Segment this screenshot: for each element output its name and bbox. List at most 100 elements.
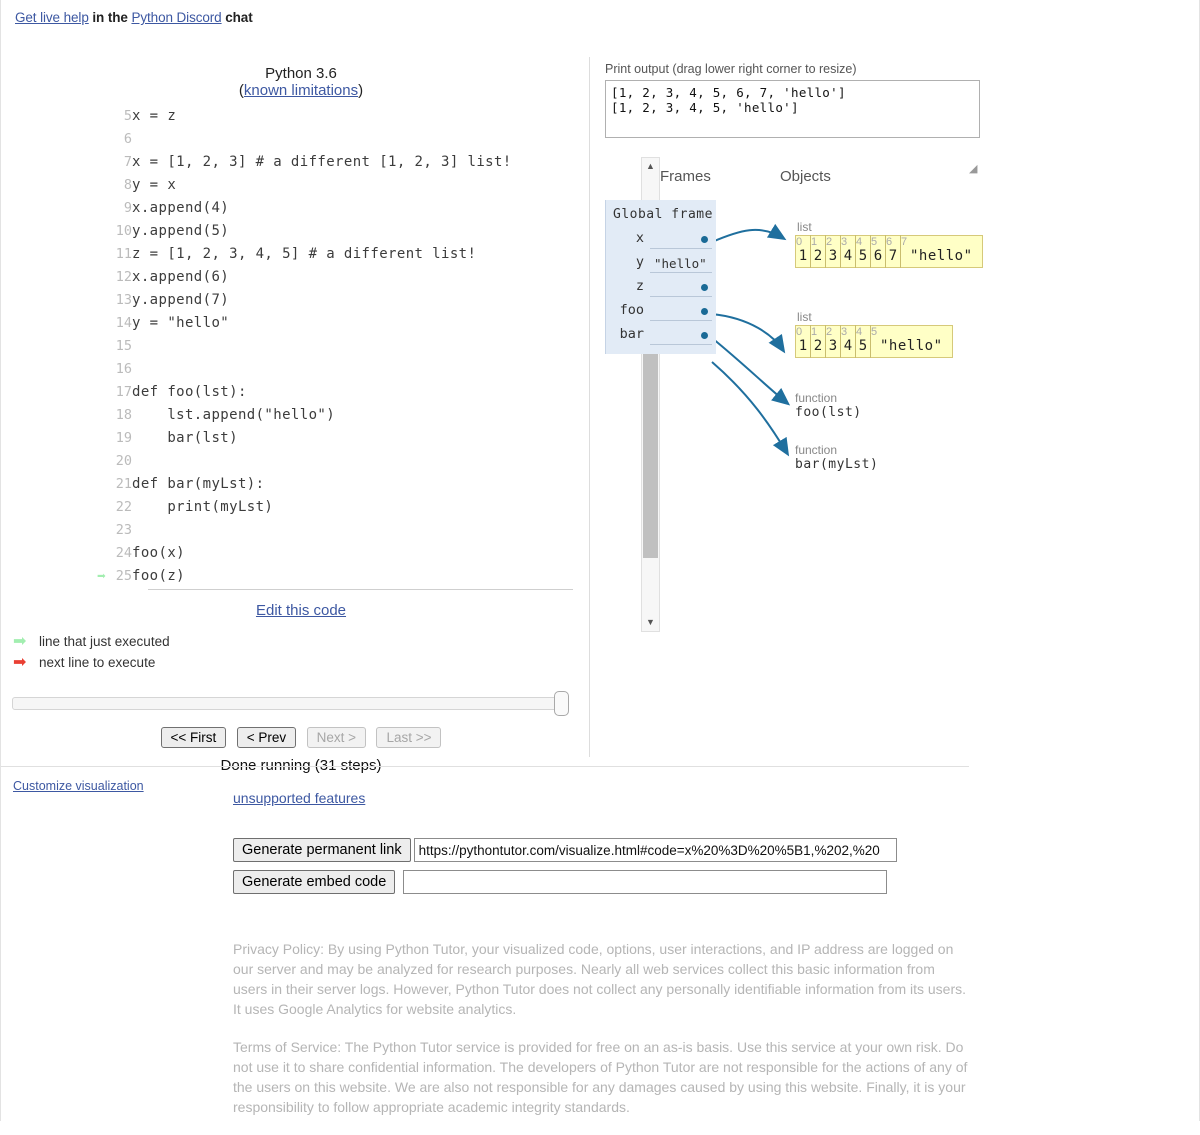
embed-row: Generate embed code <box>233 870 973 894</box>
bottom-section: unsupported features Generate permanent … <box>233 790 973 1135</box>
column-divider <box>589 57 590 757</box>
list-cell-value: 3 <box>825 248 841 268</box>
objects-heading: Objects <box>780 168 831 185</box>
code-line-text: bar(lst) <box>132 430 238 446</box>
line-arrow-slot <box>76 335 106 358</box>
next-button[interactable]: Next > <box>306 727 366 748</box>
known-limitations-link[interactable]: known limitations <box>244 82 358 99</box>
list-cell-value: 2 <box>810 338 826 358</box>
code-line-row: 8y = x <box>76 174 512 197</box>
line-number: 12 <box>115 269 132 285</box>
code-bottom-divider <box>148 589 573 590</box>
list-value-row: 1 2 3 4 5 "hello" <box>795 338 953 358</box>
edit-code-row: Edit this code <box>61 602 541 619</box>
function-type-label: function <box>795 443 838 457</box>
pointer-dot-icon <box>701 307 708 315</box>
code-line-row: 22 print(myLst) <box>76 496 512 519</box>
list-cells-table: 0 1 2 3 4 5 1 2 3 4 5 "hello" <box>795 325 953 358</box>
get-live-help-link[interactable]: Get live help <box>15 10 89 25</box>
generate-permalink-button[interactable]: Generate permanent link <box>233 838 411 862</box>
list-cell-value: 1 <box>795 248 811 268</box>
code-lines-table: 5x = z6 7x = [1, 2, 3] # a different [1,… <box>76 105 512 588</box>
list-cell-index: 4 <box>855 235 871 248</box>
slider-track[interactable] <box>12 697 560 710</box>
step-controls: << First < Prev Next > Last >> <box>61 727 541 748</box>
first-button[interactable]: << First <box>160 727 227 748</box>
terms-of-service-text: Terms of Service: The Python Tutor servi… <box>233 1039 968 1115</box>
list-cell-index: 5 <box>870 235 886 248</box>
line-arrow-slot <box>76 427 106 450</box>
pointer-dot-icon <box>701 235 708 243</box>
code-line-row: 16 <box>76 358 512 381</box>
code-line-row: 7x = [1, 2, 3] # a different [1, 2, 3] l… <box>76 151 512 174</box>
unsupported-row: unsupported features <box>233 790 973 806</box>
pointer-dot-icon <box>701 283 708 291</box>
live-help-suffix-text: chat <box>221 10 253 25</box>
line-arrow-slot <box>76 243 106 266</box>
function-signature: bar(myLst) <box>795 457 879 472</box>
list-cell-index: 1 <box>810 235 826 248</box>
list-cell-value: 4 <box>840 338 856 358</box>
variable-name: x <box>635 230 644 246</box>
object-type-label: list <box>797 310 812 324</box>
line-number: 19 <box>115 430 132 446</box>
line-arrow-slot <box>76 358 106 381</box>
line-arrow-slot <box>76 312 106 335</box>
scroll-down-icon[interactable]: ▼ <box>642 614 659 631</box>
line-arrow-slot <box>76 151 106 174</box>
line-arrow-slot <box>76 542 106 565</box>
live-help-mid-text: in the <box>88 10 132 25</box>
frame-variable-row: z <box>606 274 716 298</box>
list-cell-value: 2 <box>810 248 826 268</box>
customize-visualization-link[interactable]: Customize visualization <box>13 779 144 793</box>
line-arrow-slot <box>76 197 106 220</box>
line-number: 14 <box>115 315 132 331</box>
global-frame: Global frame x y "hello" z foo bar <box>605 200 716 354</box>
list-cell-value: 3 <box>825 338 841 358</box>
line-number: 5 <box>123 108 132 124</box>
variable-value <box>650 276 712 297</box>
code-line-row: ➡ 25 foo(z) <box>76 565 512 588</box>
list-cell-index: 3 <box>840 325 856 338</box>
code-line-row: 24 foo(x) <box>76 542 512 565</box>
legend-row-executed: ➡ line that just executed <box>13 631 589 652</box>
edit-this-code-link[interactable]: Edit this code <box>256 602 346 619</box>
live-help-banner: Get live help in the Python Discord chat <box>15 10 253 25</box>
step-slider[interactable] <box>12 691 569 717</box>
code-line-text: foo(x) <box>132 545 185 561</box>
list-cell-value: 5 <box>855 248 871 268</box>
code-line-row: 11 z = [1, 2, 3, 4, 5] # a different list… <box>76 243 512 266</box>
line-arrow-slot <box>76 220 106 243</box>
list-index-row: 01234567 <box>795 235 983 248</box>
line-number: 15 <box>115 338 132 354</box>
variable-value <box>650 324 712 345</box>
code-line-row: 5x = z <box>76 105 512 128</box>
code-line-text: foo(z) <box>132 568 185 584</box>
permalink-input[interactable] <box>413 838 897 862</box>
visualization-panel: Print output (drag lower right corner to… <box>605 62 1165 490</box>
line-number: 23 <box>115 522 132 538</box>
print-output-box: [1, 2, 3, 4, 5, 6, 7, 'hello'] [1, 2, 3,… <box>605 80 980 138</box>
function-signature: foo(lst) <box>795 405 862 420</box>
line-number: 20 <box>115 453 132 469</box>
slider-handle[interactable] <box>554 691 569 716</box>
variable-value: "hello" <box>650 252 712 273</box>
function-type-label: function <box>795 391 838 405</box>
last-button[interactable]: Last >> <box>376 727 442 748</box>
unsupported-features-link[interactable]: unsupported features <box>233 790 365 806</box>
code-line-text: x = z <box>132 108 177 124</box>
code-line-text <box>132 519 512 542</box>
code-line-row: 19 bar(lst) <box>76 427 512 450</box>
viz-stage: Global frame x y "hello" z foo bar list 01234… <box>605 200 1165 490</box>
list-object-2: list 0 1 2 3 4 5 1 2 3 4 5 "hello" <box>795 310 953 358</box>
code-line-text: def foo(lst): <box>132 384 247 400</box>
list-cell-value: 1 <box>795 338 811 358</box>
python-discord-link[interactable]: Python Discord <box>131 10 221 25</box>
list-cell-index: 2 <box>825 325 841 338</box>
embed-code-input[interactable] <box>403 870 888 894</box>
red-arrow-icon: ➡ <box>13 654 27 671</box>
generate-embed-button[interactable]: Generate embed code <box>233 870 396 894</box>
line-arrow-slot <box>76 473 106 496</box>
prev-button[interactable]: < Prev <box>236 727 297 748</box>
list-cells-table: 0 1 2 3 4 5 6 7 1 2 3 4 5 6 7 "hello" <box>795 235 983 268</box>
